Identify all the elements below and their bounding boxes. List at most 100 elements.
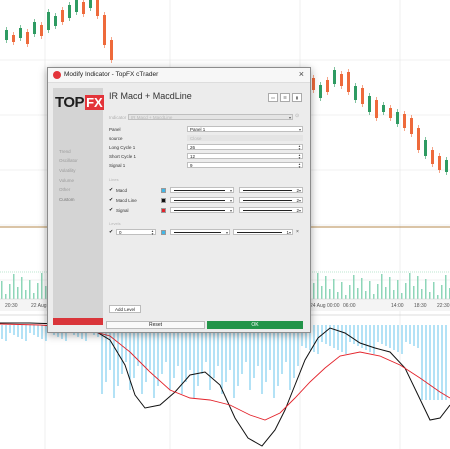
dialog-titlebar[interactable]: Modify Indicator - TopFX cTrader ×	[48, 68, 310, 83]
panel-select[interactable]: Panel 1 ▾	[187, 126, 303, 132]
category-sidebar: TOP FX Trend Oscillator Volatility Volume…	[53, 88, 104, 325]
nav-item-custom[interactable]: Custom	[59, 197, 75, 202]
line-style-select[interactable]: ▾	[170, 187, 234, 193]
candle-body	[389, 108, 392, 118]
time-axis-label: 22:30	[437, 303, 450, 309]
volume-bar	[429, 292, 431, 299]
long-cycle-input[interactable]: 26 ▲ ▼	[187, 144, 303, 151]
nav-item-volatility[interactable]: Volatility	[59, 168, 76, 173]
volume-bar	[9, 284, 11, 299]
nav-item-volume[interactable]: Volume	[59, 178, 74, 183]
candle-body	[347, 72, 350, 92]
volume-bar	[313, 283, 315, 299]
volume-bar	[373, 294, 375, 299]
line-style-select[interactable]: ▾	[170, 197, 234, 203]
candle-body	[382, 105, 385, 112]
level-thickness-select[interactable]: 1 ▾	[233, 229, 293, 235]
stepper-icon[interactable]: ▲ ▼	[298, 145, 301, 151]
volume-bar	[421, 289, 423, 299]
volume-bar	[5, 294, 7, 299]
candle-body	[375, 100, 378, 118]
volume-bar	[401, 293, 403, 299]
line-name: Signal	[116, 208, 129, 213]
volume-bar	[393, 290, 395, 299]
ok-button[interactable]: OK	[207, 321, 303, 329]
modify-indicator-dialog: Modify Indicator - TopFX cTrader × TOP FX…	[47, 67, 311, 333]
lines-section-label: Lines	[109, 177, 119, 182]
add-level-button[interactable]: Add Level	[109, 305, 141, 313]
signal-input[interactable]: 9 ▲ ▼	[187, 162, 303, 169]
volume-bar	[345, 295, 347, 299]
volume-bar	[425, 279, 427, 299]
template-list-icon[interactable]: ☰	[280, 93, 290, 102]
settings-panel: IR Macd + MacdLine ▭ ☰ ▮ Indicator IR Ma…	[106, 88, 305, 325]
candle-body	[424, 140, 427, 156]
short-cycle-input[interactable]: 12 ▲ ▼	[187, 153, 303, 160]
candle-body	[33, 22, 36, 34]
volume-bar	[337, 292, 339, 299]
line-color-swatch[interactable]	[161, 208, 166, 213]
line-thickness-select[interactable]: 2 ▾	[239, 187, 303, 193]
topfx-logo: TOP FX	[55, 93, 104, 111]
signal-label: Signal 1	[109, 163, 126, 168]
candle-body	[89, 0, 92, 8]
nav-item-oscillator[interactable]: Oscillator	[59, 158, 78, 163]
stepper-icon[interactable]: ▲ ▼	[298, 163, 301, 169]
volume-bar	[17, 287, 19, 299]
source-select[interactable]: Close	[187, 135, 303, 141]
time-axis-label: 18:30	[414, 303, 427, 309]
candle-body	[396, 112, 399, 124]
nav-item-other[interactable]: Other	[59, 187, 70, 192]
line-thickness-select[interactable]: 2 ▾	[239, 197, 303, 203]
candle-body	[354, 86, 357, 100]
line-thickness-select[interactable]: 2 ▾	[239, 207, 303, 213]
candle-body	[75, 0, 78, 12]
stepper-icon[interactable]: ▲ ▼	[151, 230, 154, 236]
candle-body	[340, 74, 343, 86]
candle-body	[61, 10, 64, 22]
indicator-picker[interactable]: IR Macd + MacdLine ▾	[128, 114, 293, 120]
candle-body	[47, 12, 50, 30]
candle-body	[403, 114, 406, 128]
time-axis-label: 20:30	[5, 303, 18, 309]
time-axis-label: 06:00	[343, 303, 356, 309]
line-color-swatch[interactable]	[161, 198, 166, 203]
dialog-title: Modify Indicator - TopFX cTrader	[64, 71, 159, 78]
volume-bar	[413, 286, 415, 299]
candle-body	[445, 160, 448, 172]
macd-line-checkbox[interactable]: ✔	[109, 198, 114, 203]
remove-level-icon[interactable]: ×	[296, 229, 299, 235]
sidebar-footer-bar	[53, 318, 103, 325]
candle-body	[110, 40, 113, 60]
close-icon[interactable]: ×	[299, 69, 304, 79]
volume-bar	[409, 273, 411, 299]
volume-bar	[25, 290, 27, 299]
time-axis-label: 14:00	[391, 303, 404, 309]
volume-bar	[389, 277, 391, 299]
line-color-swatch[interactable]	[161, 188, 166, 193]
volume-bar	[33, 293, 35, 299]
source-label: source	[109, 136, 123, 141]
panel-toolbar: ▭ ☰ ▮	[268, 93, 302, 102]
nav-item-trend[interactable]: Trend	[59, 149, 71, 154]
stepper-icon[interactable]: ▲ ▼	[298, 154, 301, 160]
line-style-select[interactable]: ▾	[170, 207, 234, 213]
reset-button[interactable]: Reset	[106, 321, 205, 329]
volume-bar	[381, 274, 383, 299]
time-axis-label: 24 Aug 00:00	[310, 303, 340, 309]
candle-body	[26, 32, 29, 44]
candle-body	[431, 150, 434, 164]
level-color-swatch[interactable]	[161, 230, 166, 235]
candle-body	[361, 88, 364, 104]
signal-checkbox[interactable]: ✔	[109, 208, 114, 213]
volume-bar	[365, 291, 367, 299]
save-template-icon[interactable]: ▭	[268, 93, 278, 102]
volume-bar	[21, 277, 23, 299]
delete-icon[interactable]: ▮	[292, 93, 302, 102]
level-checkbox[interactable]: ✔	[109, 230, 114, 235]
macd-checkbox[interactable]: ✔	[109, 188, 114, 193]
level-style-select[interactable]: ▾	[170, 229, 230, 235]
volume-bar	[321, 286, 323, 299]
level-value-input[interactable]: 0 ▲ ▼	[116, 229, 156, 236]
toggle-icon[interactable]: ⊙	[295, 113, 299, 119]
